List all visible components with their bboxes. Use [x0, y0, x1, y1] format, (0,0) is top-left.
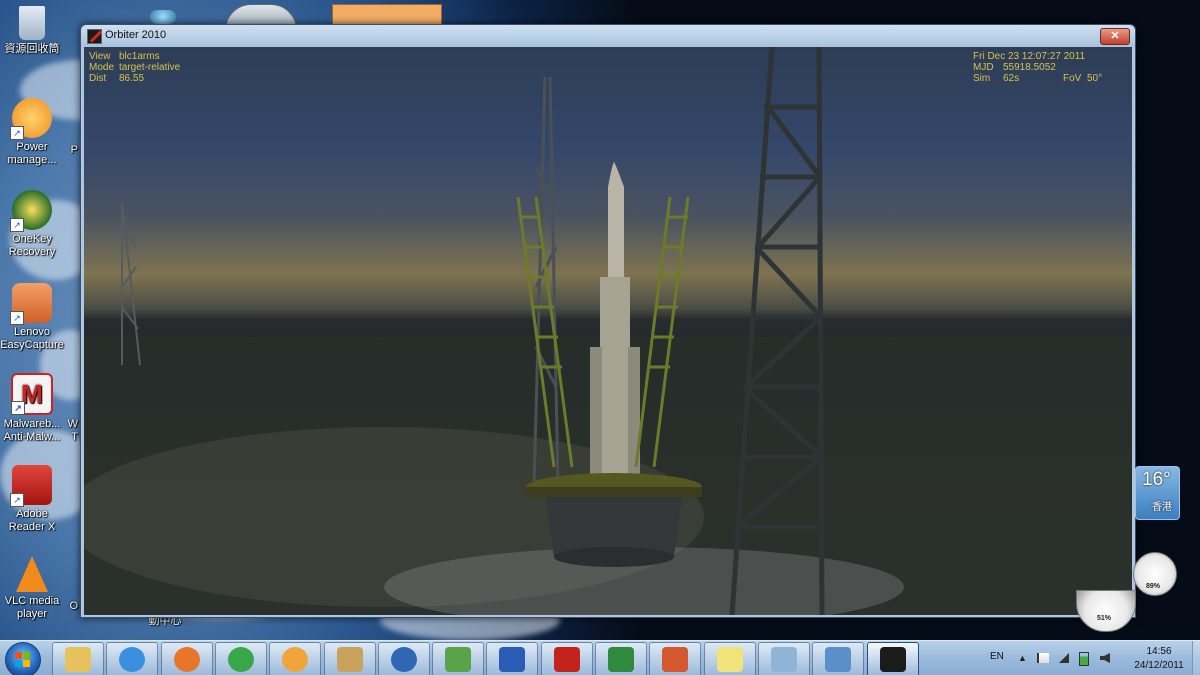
show-desktop-button[interactable]: [1192, 641, 1200, 675]
taskbar-button-explorer[interactable]: [52, 642, 104, 675]
hud-dist-row: Dist 86.55: [89, 73, 145, 84]
powerpoint-icon: [662, 647, 688, 672]
hud-mjd-row: MJD 55918.5052: [973, 62, 1056, 73]
taskbar-button-word[interactable]: [486, 642, 538, 675]
memory-meter-value: 51%: [1097, 615, 1112, 622]
volume-icon[interactable]: [1100, 653, 1110, 663]
paint-icon: [771, 647, 797, 672]
photo-gallery-icon: [337, 647, 363, 672]
weather-gadget[interactable]: 16° 香港: [1135, 466, 1180, 520]
taskbar-button-paint[interactable]: [758, 642, 810, 675]
show-hidden-icons-icon[interactable]: ▲: [1018, 653, 1028, 663]
camera-icon: ↗: [10, 283, 52, 325]
taskbar-button-ie[interactable]: [106, 642, 158, 675]
taskbar: EN ▲ 14:56 24/12/2011: [0, 640, 1200, 675]
desktop-icon-partial-p[interactable]: P: [48, 144, 78, 157]
taskbar-button-media[interactable]: [269, 642, 321, 675]
clock-date: 24/12/2011: [1134, 660, 1184, 671]
cpu-meter-value: 89%: [1146, 583, 1161, 590]
weather-temperature: 16°: [1142, 469, 1171, 490]
shortcut-arrow-icon: ↗: [10, 311, 24, 325]
display-icon: [825, 647, 851, 672]
messenger-icon: [445, 647, 471, 672]
desktop-icon-onekey-recovery[interactable]: ↗ OneKey Recovery: [0, 190, 64, 259]
orbiter-app-icon: [87, 29, 102, 44]
taskbar-button-thunderbird[interactable]: [378, 642, 430, 675]
taskbar-button-orbiter[interactable]: [867, 642, 919, 675]
shortcut-arrow-icon: ↗: [10, 126, 24, 140]
hud-camera-info: View blc1arms Mode target-relative Dist 86.…: [89, 51, 180, 84]
word-icon: [499, 647, 525, 672]
onekey-recovery-icon: ↗: [10, 190, 52, 232]
hud-sim-row: Sim 62s FoV 50°: [973, 73, 1103, 84]
orbiter-icon: [880, 647, 906, 672]
hud-time-info: Fri Dec 23 12:07:27 2011 MJD 55918.5052 S…: [973, 51, 1123, 84]
taskbar-button-powerpoint[interactable]: [649, 642, 701, 675]
taskbar-button-photos[interactable]: [324, 642, 376, 675]
desktop-icon-partial-w[interactable]: WT: [48, 418, 78, 444]
taskbar-button-messenger[interactable]: [432, 642, 484, 675]
taskbar-button-excel[interactable]: [595, 642, 647, 675]
hud-mode-row: Mode target-relative: [89, 62, 181, 73]
folder-icon: [65, 647, 91, 672]
language-indicator[interactable]: EN: [990, 651, 1004, 662]
taskbar-clock[interactable]: 14:56 24/12/2011: [1121, 645, 1197, 673]
soyuz-rocket: [590, 162, 640, 487]
window-titlebar[interactable]: Orbiter 2010 ✕: [81, 25, 1135, 47]
taskbar-button-firefox[interactable]: [161, 642, 213, 675]
cpu-meter-gadget[interactable]: 89%: [1133, 552, 1177, 596]
action-center-flag-icon[interactable]: [1037, 653, 1049, 663]
simulation-viewport[interactable]: View blc1arms Mode target-relative Dist 86.…: [84, 47, 1132, 615]
shortcut-arrow-icon: ↗: [10, 218, 24, 232]
vlc-icon: [16, 556, 48, 592]
launch-pad-scene: [84, 47, 1132, 615]
desktop-icon-partial-o[interactable]: O: [48, 600, 78, 613]
internet-explorer-icon: [119, 647, 145, 672]
shortcut-arrow-icon: ↗: [10, 493, 24, 507]
status-gadget-partial: [150, 10, 176, 24]
recycle-bin-icon: [19, 6, 45, 40]
media-player-icon: [282, 647, 308, 672]
close-button[interactable]: ✕: [1100, 28, 1130, 45]
hud-view-row: View blc1arms: [89, 51, 160, 62]
orbiter-window[interactable]: Orbiter 2010 ✕ View blc1arms Mode target…: [80, 24, 1136, 618]
windows-logo-icon: [15, 652, 31, 668]
taskbar-button-chrome[interactable]: [215, 642, 267, 675]
firefox-icon: [174, 647, 200, 672]
hud-datetime: Fri Dec 23 12:07:27 2011: [973, 51, 1086, 62]
clock-time: 14:56: [1146, 646, 1172, 657]
calendar-gadget-partial: [332, 4, 442, 26]
power-manager-icon: ↗: [10, 98, 52, 140]
shortcut-arrow-icon: ↗: [11, 401, 25, 415]
desktop-icon-easycapture[interactable]: ↗ Lenovo EasyCapture: [0, 283, 64, 352]
taskbar-button-sticky[interactable]: [704, 642, 756, 675]
chrome-icon: [228, 647, 254, 672]
desktop-icon-recycle-bin[interactable]: 資源回收筒: [0, 6, 64, 56]
battery-icon[interactable]: [1079, 652, 1089, 666]
adobe-reader-icon: ↗: [10, 465, 52, 507]
malwarebytes-icon: M ↗: [11, 373, 53, 415]
window-title: Orbiter 2010: [105, 29, 167, 41]
thunderbird-icon: [391, 647, 417, 672]
taskbar-button-screen[interactable]: [812, 642, 864, 675]
taskbar-button-acrobat[interactable]: [541, 642, 593, 675]
weather-city: 香港: [1152, 502, 1172, 513]
start-button[interactable]: [5, 642, 41, 675]
acrobat-icon: [554, 647, 580, 672]
desktop-icon-adobe-reader[interactable]: ↗ Adobe Reader X: [0, 465, 64, 534]
sticky-notes-icon: [717, 647, 743, 672]
excel-icon: [608, 647, 634, 672]
network-icon[interactable]: [1059, 653, 1069, 663]
